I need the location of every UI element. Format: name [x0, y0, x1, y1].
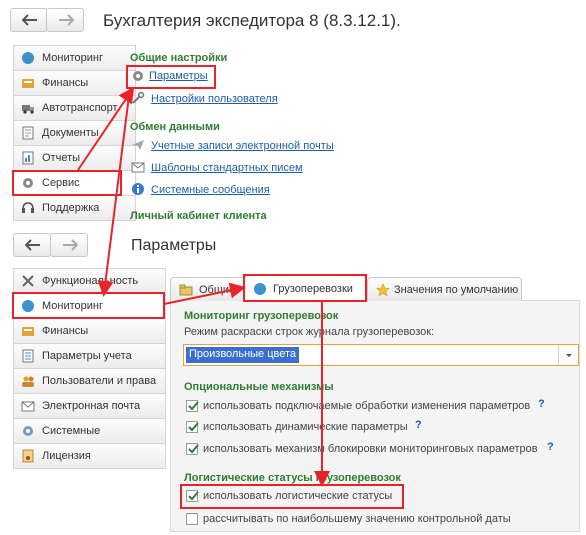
client-cabinet-heading: Личный кабинет клиента [130, 210, 267, 222]
sidebar-item-label: Системные [42, 425, 101, 437]
finance-icon [22, 79, 34, 88]
highlight-monitoring [12, 292, 165, 319]
option-label: рассчитывать по наибольшему значению кон… [203, 513, 511, 525]
back-button[interactable] [10, 8, 48, 32]
dropdown-button[interactable] [558, 345, 578, 365]
mail-templates-link[interactable]: Шаблоны стандартных писем [151, 162, 303, 174]
checkmark-icon [188, 444, 199, 454]
sidebar-item-finance[interactable]: Финансы [13, 319, 166, 344]
option-label: использовать подключаемые обработки изме… [203, 400, 531, 412]
optional-group-heading: Опциональные механизмы [184, 381, 334, 393]
sidebar-item-label: Финансы [42, 325, 89, 337]
sidebar-item-users-rights[interactable]: Пользователи и права [13, 369, 166, 394]
sidebar-item-label: Поддержка [42, 202, 100, 214]
sidebar-item-reports[interactable]: Отчеты [13, 146, 136, 171]
color-mode-value: Произвольные цвета [186, 347, 300, 363]
mail-template-icon [131, 162, 145, 173]
back-button[interactable] [13, 233, 51, 257]
sidebar-item-documents[interactable]: Документы [13, 121, 136, 146]
checkmark-icon [188, 422, 199, 432]
arrow-right-icon [59, 14, 74, 26]
folder-icon [179, 284, 193, 296]
color-mode-select[interactable]: Произвольные цвета [183, 344, 579, 366]
sidebar-item-label: Параметры учета [42, 350, 132, 362]
users-icon [22, 376, 34, 387]
sidebar-item-label: Отчеты [42, 152, 81, 164]
arrow-right-icon [63, 239, 78, 251]
mail-icon [21, 401, 35, 412]
checkbox-plug-in-processing[interactable] [186, 400, 199, 412]
page-title: Параметры [131, 237, 217, 254]
sidebar-item-label: Пользователи и права [42, 375, 157, 387]
sidebar-item-finance[interactable]: Финансы [13, 71, 136, 96]
tab-defaults[interactable]: Значения по умолчанию [367, 277, 522, 301]
highlight-logistic-statuses [180, 484, 404, 509]
highlight-service [12, 170, 122, 196]
sidebar-item-label: Лицензия [42, 450, 91, 462]
report-icon [22, 151, 34, 165]
sidebar-item-monitoring[interactable]: Мониторинг [13, 46, 136, 71]
sidebar-item-transport[interactable]: Автотранспорт [13, 96, 136, 121]
tab-label: Значения по умолчанию [394, 284, 519, 296]
wrench-icon [132, 91, 145, 104]
option-label: использовать динамические параметры [203, 421, 408, 433]
sidebar-item-label: Автотранспорт [42, 102, 118, 114]
send-mail-icon [132, 140, 144, 150]
email-accounts-link[interactable]: Учетные записи электронной почты [151, 140, 334, 152]
finance-icon [22, 327, 34, 336]
checkmark-icon [188, 401, 199, 411]
info-icon [132, 183, 144, 195]
forward-button[interactable] [46, 8, 84, 32]
help-icon[interactable]: ? [538, 398, 545, 410]
forward-button[interactable] [50, 233, 88, 257]
sidebar-item-support[interactable]: Поддержка [13, 196, 136, 221]
color-mode-label: Режим раскраски строк журнала грузоперев… [184, 326, 435, 338]
window-title: Бухгалтерия экспедитора 8 (8.3.12.1). [103, 11, 401, 30]
tab-label: Общие [199, 284, 236, 296]
monitoring-group-heading: Мониторинг грузоперевозок [184, 310, 339, 322]
arrow-left-icon [25, 239, 40, 251]
sidebar-item-accounting-params[interactable]: Параметры учета [13, 344, 166, 369]
option-label: использовать механизм блокировки монитор… [203, 443, 538, 455]
sidebar-item-functionality[interactable]: Функциональность [13, 269, 166, 294]
arrow-left-icon [22, 14, 37, 26]
highlight-parameters [126, 65, 216, 89]
sidebar-item-license[interactable]: Лицензия [13, 444, 166, 469]
headset-icon [22, 202, 34, 213]
sidebar-item-label: Мониторинг [42, 52, 104, 64]
truck-icon [22, 105, 34, 114]
tools-icon [22, 275, 34, 287]
checkbox-dynamic-params[interactable] [186, 421, 199, 433]
system-messages-link[interactable]: Системные сообщения [151, 184, 270, 196]
star-icon [376, 283, 390, 297]
globe-icon [22, 52, 34, 64]
help-icon[interactable]: ? [415, 419, 422, 431]
checkbox-max-control-date[interactable] [186, 513, 198, 525]
sidebar-item-label: Функциональность [42, 275, 139, 287]
sidebar-item-email[interactable]: Электронная почта [13, 394, 166, 419]
sidebar-item-system[interactable]: Системные [13, 419, 166, 444]
highlight-cargo-tab [243, 274, 367, 302]
data-exchange-heading: Обмен данными [130, 121, 220, 133]
user-settings-link[interactable]: Настройки пользователя [151, 93, 278, 105]
tab-general[interactable]: Общие [170, 277, 248, 301]
system-icon [23, 426, 33, 436]
sidebar-item-label: Электронная почта [42, 400, 141, 412]
checkbox-lock-params[interactable] [186, 443, 199, 455]
sidebar-item-label: Документы [42, 127, 99, 139]
document-icon [22, 126, 34, 140]
chevron-down-icon [566, 354, 572, 357]
sidebar-item-label: Финансы [42, 77, 89, 89]
general-settings-heading: Общие настройки [130, 52, 228, 64]
list-icon [22, 349, 34, 363]
logistics-group-heading: Логистические статусы грузоперевозок [184, 472, 401, 484]
help-icon[interactable]: ? [547, 441, 554, 453]
license-icon [22, 449, 34, 463]
